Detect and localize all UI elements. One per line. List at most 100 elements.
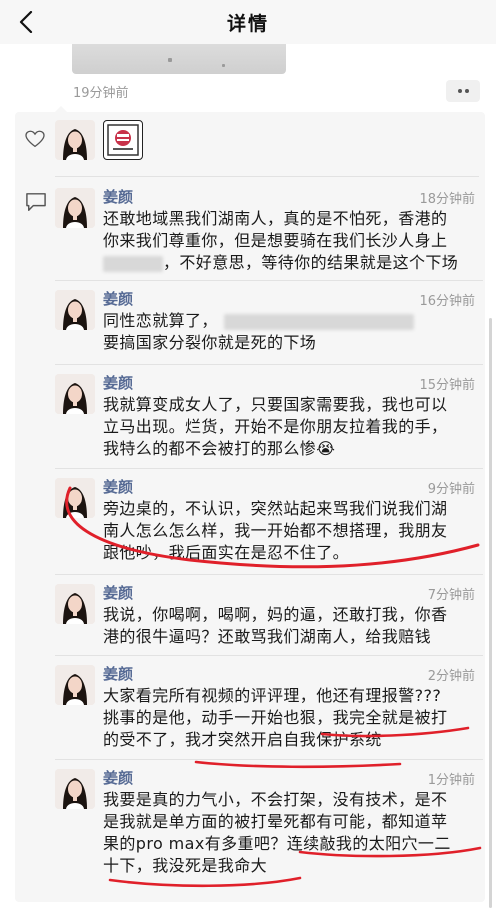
comment-line-text: 旁边桌的，不认识，突然站起来骂我们说我们湖 bbox=[103, 499, 448, 518]
comment-text: 我说，你喝啊，喝啊，妈的逼，还敢打我，你香 港的很牛逼吗？还敢骂我们湖南人，给我赔… bbox=[103, 604, 483, 648]
comment-line-text: 我就算变成女人了，只要国家需要我，我也可以 bbox=[103, 395, 448, 414]
commenter-avatar[interactable] bbox=[55, 665, 95, 705]
comment-item[interactable]: 姜颜 15分钟前 我就算变成女人了，只要国家需要我，我也可以 立马出现。烂货，开始不是… bbox=[55, 374, 483, 472]
comment-line: 十下，我没死是我命大 bbox=[103, 855, 483, 877]
comment-time: 9分钟前 bbox=[427, 482, 475, 497]
comment-time: 16分钟前 bbox=[419, 294, 475, 309]
comment-divider bbox=[55, 759, 483, 760]
comment-line-text: 同性恋就算了， bbox=[103, 311, 218, 330]
commenter-name[interactable]: 姜颜 bbox=[103, 663, 133, 684]
comment-line-text: 挑事的是他，动手一开始也狠，我完全就是被打 bbox=[103, 708, 448, 727]
comment-time: 7分钟前 bbox=[427, 588, 475, 603]
redacted-text bbox=[103, 255, 163, 272]
post-image[interactable] bbox=[72, 44, 286, 74]
comment-text: 还敢地域黑我们湖南人，真的是不怕死，香港的 你来我们尊重你，但是想要骑在我们长沙人… bbox=[103, 208, 483, 274]
comment-text: 大家看完所有视频的评评理，他还有理报警??? 挑事的是他，动手一开始也狠，我完全就… bbox=[103, 685, 483, 751]
back-button[interactable] bbox=[10, 6, 42, 38]
commenter-avatar[interactable] bbox=[55, 584, 95, 624]
redacted-text bbox=[223, 313, 414, 330]
comment-line-text: 的受不了，我才突然开启自我保护系统 bbox=[103, 730, 382, 749]
comment-item[interactable]: 姜颜 1分钟前 我要是真的力气小，不会打架，没有技术，是不 是我就是单方面的被打晕死都… bbox=[55, 769, 483, 901]
likes-divider bbox=[55, 176, 479, 177]
comment-item[interactable]: 姜颜 18分钟前 还敢地域黑我们湖南人，真的是不怕死，香港的 你来我们尊重你，但是想要… bbox=[55, 188, 483, 284]
scrollbar[interactable] bbox=[489, 318, 492, 908]
comment-line-text: 港的很牛逼吗？还敢骂我们湖南人，给我赔钱 bbox=[103, 627, 432, 646]
comment-text: 同性恋就算了， 要搞国家分裂你就是死的下场 bbox=[103, 310, 483, 354]
comment-line-text: 要搞国家分裂你就是死的下场 bbox=[103, 333, 317, 352]
comment-line: 挑事的是他，动手一开始也狠，我完全就是被打 bbox=[103, 707, 483, 729]
comment-time: 15分钟前 bbox=[419, 378, 475, 393]
comment-item[interactable]: 姜颜 9分钟前 旁边桌的，不认识，突然站起来骂我们说我们湖 南人怎么怎么样，我一开始都… bbox=[55, 478, 483, 578]
commenter-name[interactable]: 姜颜 bbox=[103, 582, 133, 603]
comment-line: 南人怎么怎么样，我一开始都不想搭理，我朋友 bbox=[103, 520, 483, 542]
comment-line: 同性恋就算了， bbox=[103, 310, 483, 332]
comment-line-text: 立马出现。烂货，开始不是你朋友拉着我的手， bbox=[103, 417, 448, 436]
comment-line: 港的很牛逼吗？还敢骂我们湖南人，给我赔钱 bbox=[103, 626, 483, 648]
comment-item[interactable]: 姜颜 7分钟前 我说，你喝啊，喝啊，妈的逼，还敢打我，你香 港的很牛逼吗？还敢骂我们湖… bbox=[55, 584, 483, 659]
commenter-avatar[interactable] bbox=[55, 188, 95, 228]
more-button[interactable] bbox=[446, 80, 480, 102]
comment-line: 跟他吵，我后面实在是忍不住了。 bbox=[103, 542, 483, 564]
comment-line-text: 我要是真的力气小，不会打架，没有技术，是不 bbox=[103, 790, 448, 809]
comment-line-text: 我说，你喝啊，喝啊，妈的逼，还敢打我，你香 bbox=[103, 605, 448, 624]
comment-line: 要搞国家分裂你就是死的下场 bbox=[103, 332, 483, 354]
comment-line-text: 大家看完所有视频的评评理，他还有理报警??? bbox=[103, 686, 442, 705]
navigation-bar: 详情 bbox=[0, 0, 496, 44]
interaction-panel: 姜颜 18分钟前 还敢地域黑我们湖南人，真的是不怕死，香港的 你来我们尊重你，但是想要… bbox=[15, 106, 485, 902]
comment-text: 我就算变成女人了，只要国家需要我，我也可以 立马出现。烂货，开始不是你朋友拉着我的… bbox=[103, 394, 483, 460]
page-title: 详情 bbox=[226, 12, 269, 35]
commenter-name[interactable]: 姜颜 bbox=[103, 288, 133, 309]
more-dot bbox=[457, 89, 462, 93]
commenter-avatar[interactable] bbox=[55, 478, 95, 518]
comment-line: 立马出现。烂货，开始不是你朋友拉着我的手， bbox=[103, 416, 483, 438]
comment-divider bbox=[55, 655, 483, 656]
comment-line-text: 跟他吵，我后面实在是忍不住了。 bbox=[103, 543, 350, 562]
comment-line: 的受不了，我才突然开启自我保护系统 bbox=[103, 729, 483, 751]
comment-line: 我特么的都不会被打的那么惨😭 bbox=[103, 438, 483, 460]
comment-line: 大家看完所有视频的评评理，他还有理报警??? bbox=[103, 685, 483, 707]
comment-line: 还敢地域黑我们湖南人，真的是不怕死，香港的 bbox=[103, 208, 483, 230]
like-avatar-badge[interactable] bbox=[103, 120, 143, 160]
comment-line-text: 还敢地域黑我们湖南人，真的是不怕死，香港的 bbox=[103, 209, 448, 228]
comment-text: 旁边桌的，不认识，突然站起来骂我们说我们湖 南人怎么怎么样，我一开始都不想搭理，我… bbox=[103, 498, 483, 564]
comment-line: 旁边桌的，不认识，突然站起来骂我们说我们湖 bbox=[103, 498, 483, 520]
chevron-left-icon bbox=[19, 11, 33, 33]
comment-item[interactable]: 姜颜 16分钟前同性恋就算了， 要搞国家分裂你就是死的下场 bbox=[55, 290, 483, 368]
comment-line: 我说，你喝啊，喝啊，妈的逼，还敢打我，你香 bbox=[103, 604, 483, 626]
comment-divider bbox=[55, 468, 483, 469]
commenter-name[interactable]: 姜颜 bbox=[103, 476, 133, 497]
more-dot bbox=[464, 89, 469, 93]
comment-item[interactable]: 姜颜 2分钟前大家看完所有视频的评评理，他还有理报警??? 挑事的是他，动手一开始也… bbox=[55, 665, 483, 763]
comment-time: 1分钟前 bbox=[427, 773, 475, 788]
comment-divider bbox=[55, 364, 483, 365]
comment-time: 18分钟前 bbox=[419, 192, 475, 207]
comment-line: ，不好意思，等待你的结果就是这个下场 bbox=[103, 252, 483, 274]
like-avatar-user[interactable] bbox=[55, 120, 95, 160]
likes-row bbox=[15, 118, 485, 170]
commenter-avatar[interactable] bbox=[55, 769, 95, 809]
comment-divider bbox=[55, 574, 483, 575]
commenter-name[interactable]: 姜颜 bbox=[103, 372, 133, 393]
comment-bubble-icon bbox=[26, 193, 46, 211]
comment-line-text: 南人怎么怎么样，我一开始都不想搭理，我朋友 bbox=[103, 521, 448, 540]
commenter-name[interactable]: 姜颜 bbox=[103, 767, 133, 788]
heart-icon bbox=[25, 130, 45, 148]
comment-line-text: 你来我们尊重你，但是想要骑在我们长沙人身上 bbox=[103, 231, 448, 250]
comment-line-text: 是我就是单方面的被打晕死都有可能，都知道苹 bbox=[103, 812, 448, 831]
comment-line: 你来我们尊重你，但是想要骑在我们长沙人身上 bbox=[103, 230, 483, 252]
comment-text: 我要是真的力气小，不会打架，没有技术，是不 是我就是单方面的被打晕死都有可能，都知… bbox=[103, 789, 483, 877]
comment-line: 我要是真的力气小，不会打架，没有技术，是不 bbox=[103, 789, 483, 811]
commenter-avatar[interactable] bbox=[55, 290, 95, 330]
comment-line: 我就算变成女人了，只要国家需要我，我也可以 bbox=[103, 394, 483, 416]
comment-line: 果的pro max有多重吧？连续敲我的太阳穴一二 bbox=[103, 833, 483, 855]
comment-line-text: 十下，我没死是我命大 bbox=[103, 856, 268, 875]
comment-line-text: ，不好意思，等待你的结果就是这个下场 bbox=[163, 253, 459, 272]
comment-line: 是我就是单方面的被打晕死都有可能，都知道苹 bbox=[103, 811, 483, 833]
comment-line-text: 我特么的都不会被打的那么惨😭 bbox=[103, 439, 336, 458]
comment-divider bbox=[55, 280, 483, 281]
comment-line-text: 果的pro max有多重吧？连续敲我的太阳穴一二 bbox=[103, 834, 451, 853]
comment-time: 2分钟前 bbox=[427, 669, 475, 684]
commenter-name[interactable]: 姜颜 bbox=[103, 186, 133, 207]
commenter-avatar[interactable] bbox=[55, 374, 95, 414]
post-time: 19分钟前 bbox=[73, 86, 129, 101]
